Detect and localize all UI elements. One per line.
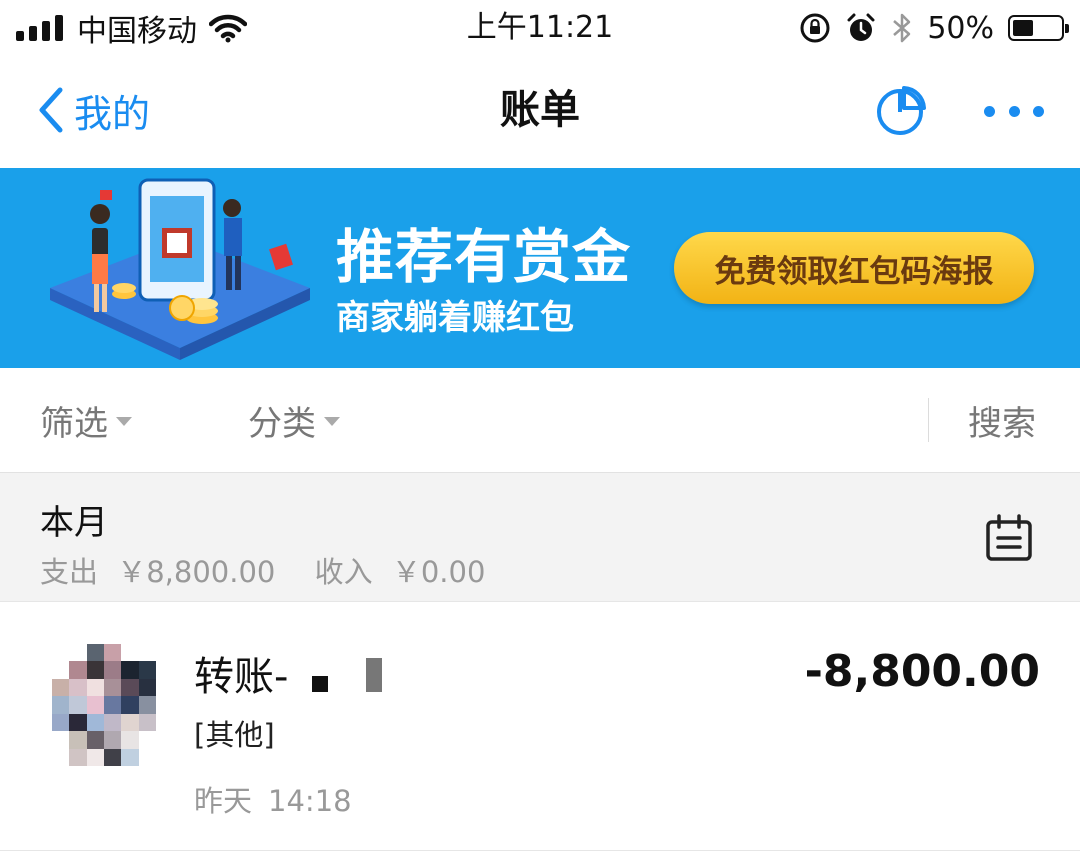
banner-subtitle: 商家躺着赚红包	[336, 298, 574, 338]
pie-chart-icon[interactable]	[874, 84, 928, 138]
record-datetime: 昨天 14:18	[194, 778, 352, 820]
category-label: 分类	[248, 403, 316, 444]
get-poster-button[interactable]: 免费领取红包码海报	[674, 232, 1034, 304]
alarm-icon	[847, 13, 875, 41]
caret-down-icon	[116, 416, 132, 426]
expense-value: ￥8,800.00	[117, 555, 276, 589]
status-bar: 中国移动 上午11:21 50%	[0, 0, 1080, 56]
battery-icon	[1008, 15, 1069, 41]
record-category: [其他]	[194, 718, 275, 752]
battery-fill	[1013, 20, 1033, 36]
filter-label: 筛选	[40, 403, 108, 444]
merchant-illustration	[50, 178, 310, 360]
filter-dropdown[interactable]: 筛选	[40, 368, 132, 472]
caret-down-icon	[324, 416, 340, 426]
banner-title: 推荐有赏金	[336, 223, 632, 291]
record-title-text: 转账-	[194, 654, 289, 700]
month-summary: 本月 支出 ￥8,800.00 收入 ￥0.00	[0, 473, 1080, 602]
search-button[interactable]: 搜索	[968, 368, 1036, 472]
record-amount: -8,800.00	[804, 646, 1040, 697]
redaction-mark	[312, 676, 329, 692]
income-value: ￥0.00	[391, 555, 486, 589]
income-label: 收入	[314, 555, 373, 589]
battery-percent: 50%	[927, 10, 994, 46]
category-dropdown[interactable]: 分类	[248, 368, 340, 472]
bluetooth-icon	[893, 13, 911, 43]
record-date: 昨天	[194, 784, 253, 818]
record-time: 14:18	[268, 784, 352, 818]
nav-bar: 我的 账单	[0, 56, 1080, 168]
filter-bar: 筛选 分类 搜索	[0, 368, 1080, 473]
month-stats: 支出 ￥8,800.00 收入 ￥0.00	[40, 549, 495, 591]
more-icon[interactable]	[984, 96, 1044, 126]
calendar-icon[interactable]	[984, 513, 1034, 563]
redaction-mark	[366, 658, 383, 692]
orientation-lock-icon	[800, 13, 830, 43]
expense-label: 支出	[40, 555, 99, 589]
promo-banner[interactable]: 推荐有赏金 商家躺着赚红包 免费领取红包码海报	[0, 168, 1080, 368]
avatar	[52, 644, 156, 766]
divider	[928, 398, 929, 442]
record-title: 转账-	[194, 644, 383, 702]
month-title: 本月	[40, 503, 108, 543]
status-right: 50%	[799, 8, 1069, 48]
bill-record[interactable]: 转账- [其他] 昨天 14:18 -8,800.00	[0, 602, 1080, 851]
